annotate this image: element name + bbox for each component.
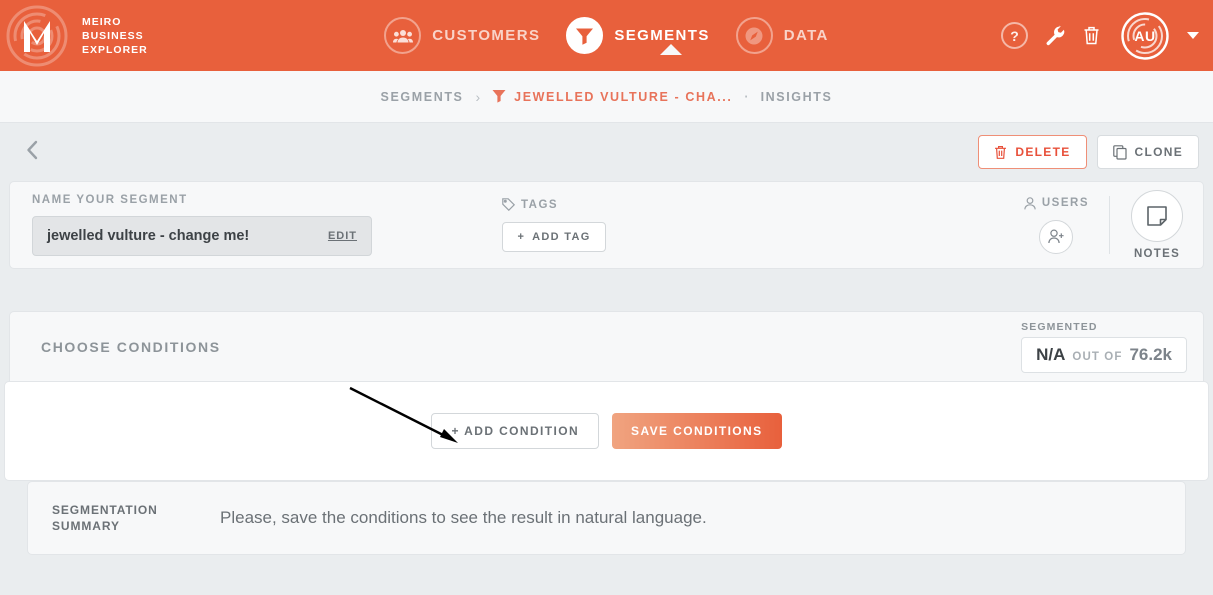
users-notes-column: USERS NOTES bbox=[1024, 182, 1187, 268]
edit-name-link[interactable]: EDIT bbox=[328, 230, 357, 242]
app-header: MEIRO BUSINESS EXPLORER CUSTOMERS SEGMEN… bbox=[0, 0, 1213, 71]
segment-meta-card: NAME YOUR SEGMENT jewelled vulture - cha… bbox=[9, 181, 1204, 269]
segmentation-summary-text: Please, save the conditions to see the r… bbox=[220, 508, 707, 527]
nav-item-data[interactable]: DATA bbox=[735, 17, 829, 54]
nav-label-data: DATA bbox=[783, 27, 829, 44]
add-condition-button[interactable]: + ADD CONDITION bbox=[431, 413, 600, 449]
user-icon bbox=[1024, 196, 1036, 210]
brand-logo-block[interactable]: MEIRO BUSINESS EXPLORER bbox=[6, 5, 148, 67]
segment-name-value: jewelled vulture - change me! bbox=[47, 228, 250, 244]
data-gauge-icon bbox=[735, 17, 773, 54]
avatar-initials: AU bbox=[1134, 27, 1156, 44]
users-label: USERS bbox=[1041, 197, 1089, 209]
brand-line-2: BUSINESS bbox=[82, 29, 144, 42]
segments-funnel-icon bbox=[566, 17, 604, 54]
tags-column: TAGS + ADD TAG bbox=[502, 198, 802, 252]
nav-label-segments: SEGMENTS bbox=[614, 27, 710, 44]
breadcrumb-insights[interactable]: INSIGHTS bbox=[761, 90, 833, 104]
conditions-panel: + ADD CONDITION SAVE CONDITIONS bbox=[4, 381, 1209, 481]
brand-text: MEIRO BUSINESS EXPLORER bbox=[82, 15, 148, 57]
clone-button-label: CLONE bbox=[1134, 145, 1183, 159]
breadcrumb-separator: › bbox=[475, 88, 481, 105]
delete-button[interactable]: DELETE bbox=[978, 135, 1087, 169]
funnel-icon bbox=[492, 89, 506, 104]
plus-icon: + bbox=[517, 231, 526, 243]
summary-label-line-1: SEGMENTATION bbox=[52, 503, 158, 517]
summary-label-line-2: SUMMARY bbox=[52, 519, 120, 533]
wrench-icon[interactable] bbox=[1044, 25, 1066, 47]
users-block: USERS bbox=[1024, 196, 1109, 254]
segment-name-label: NAME YOUR SEGMENT bbox=[32, 194, 188, 206]
segmented-label: SEGMENTED bbox=[1021, 320, 1098, 333]
notes-label: NOTES bbox=[1133, 248, 1181, 260]
segmented-stats: SEGMENTED N/A OUT OF 76.2k bbox=[1021, 321, 1187, 373]
segment-actions: DELETE CLONE bbox=[978, 135, 1199, 169]
meiro-maze-logo-icon bbox=[6, 5, 68, 67]
trash-icon bbox=[994, 145, 1007, 160]
action-bar: DELETE CLONE bbox=[0, 123, 1213, 181]
note-icon bbox=[1146, 205, 1168, 227]
brand-line-1: MEIRO bbox=[82, 15, 122, 28]
delete-button-label: DELETE bbox=[1015, 145, 1071, 159]
notes-block[interactable]: NOTES bbox=[1110, 190, 1187, 260]
help-icon-glyph: ? bbox=[1001, 22, 1028, 49]
chevron-down-icon[interactable] bbox=[1187, 32, 1199, 39]
nav-item-segments[interactable]: SEGMENTS bbox=[566, 17, 709, 54]
total-customers-value: 76.2k bbox=[1129, 344, 1172, 364]
trash-icon[interactable] bbox=[1082, 25, 1101, 46]
header-actions: ? AU bbox=[1001, 11, 1199, 60]
active-tab-caret bbox=[660, 44, 682, 55]
copy-icon bbox=[1112, 144, 1127, 160]
choose-conditions-title: CHOOSE CONDITIONS bbox=[41, 338, 221, 355]
avatar[interactable]: AU bbox=[1121, 11, 1169, 60]
nav-item-customers[interactable]: CUSTOMERS bbox=[384, 17, 540, 54]
segment-name-input[interactable]: jewelled vulture - change me! EDIT bbox=[32, 216, 372, 256]
breadcrumb-root[interactable]: SEGMENTS bbox=[381, 90, 464, 104]
customers-group-icon bbox=[384, 17, 422, 54]
nav-label-customers: CUSTOMERS bbox=[432, 27, 541, 44]
segmented-value: N/A bbox=[1036, 344, 1066, 364]
save-conditions-button[interactable]: SAVE CONDITIONS bbox=[612, 413, 782, 449]
brand-line-3: EXPLORER bbox=[82, 43, 148, 56]
add-user-icon bbox=[1048, 229, 1065, 244]
users-label-row: USERS bbox=[1024, 196, 1089, 210]
choose-conditions-header: CHOOSE CONDITIONS SEGMENTED N/A OUT OF 7… bbox=[9, 311, 1204, 381]
breadcrumb-dot: · bbox=[744, 89, 749, 104]
breadcrumb-bar: SEGMENTS › JEWELLED VULTURE - CHA... · I… bbox=[0, 71, 1213, 123]
tag-icon bbox=[502, 198, 515, 211]
breadcrumb-segment-label: JEWELLED VULTURE - CHA... bbox=[514, 89, 733, 104]
add-tag-label: ADD TAG bbox=[532, 231, 591, 243]
breadcrumb-segment[interactable]: JEWELLED VULTURE - CHA... bbox=[492, 89, 732, 104]
help-icon[interactable]: ? bbox=[1001, 22, 1028, 49]
segmentation-summary-card: SEGMENTATION SUMMARY Please, save the co… bbox=[27, 481, 1186, 555]
back-chevron-icon[interactable] bbox=[24, 139, 40, 166]
segmentation-summary-label: SEGMENTATION SUMMARY bbox=[52, 502, 192, 534]
clone-button[interactable]: CLONE bbox=[1096, 135, 1199, 169]
segment-name-column: NAME YOUR SEGMENT jewelled vulture - cha… bbox=[32, 194, 502, 256]
segmented-value-box: N/A OUT OF 76.2k bbox=[1021, 336, 1187, 373]
breadcrumb: SEGMENTS › JEWELLED VULTURE - CHA... · I… bbox=[381, 89, 833, 105]
add-user-button[interactable] bbox=[1039, 219, 1074, 254]
tags-label-row: TAGS bbox=[502, 198, 802, 211]
out-of-label: OUT OF bbox=[1072, 350, 1123, 363]
tags-label: TAGS bbox=[521, 198, 559, 211]
add-tag-button[interactable]: + ADD TAG bbox=[502, 222, 606, 252]
notes-button[interactable] bbox=[1131, 190, 1183, 242]
